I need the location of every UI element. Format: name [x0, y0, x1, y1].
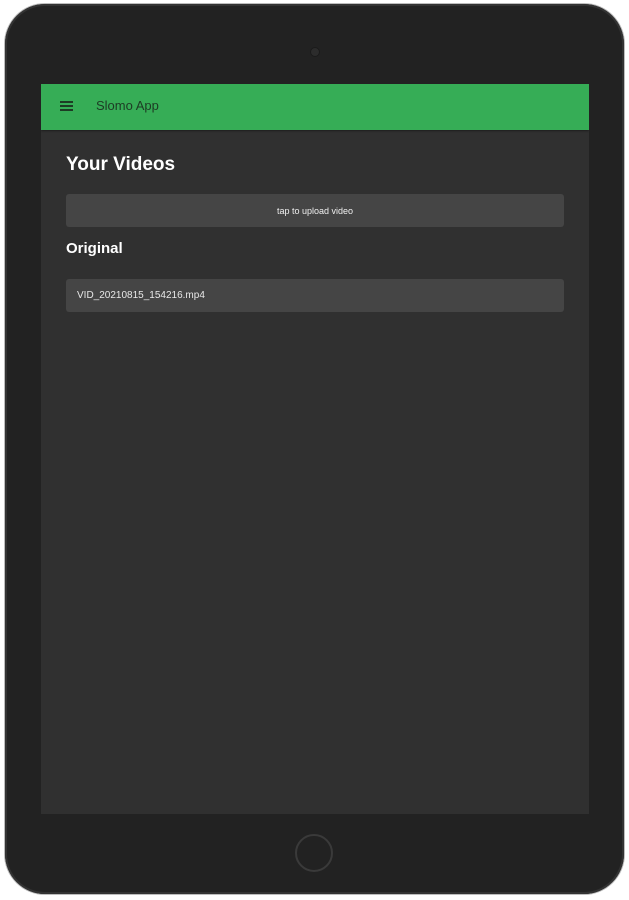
tablet-device-frame: Slomo App Your Videos tap to upload vide… [5, 4, 624, 894]
app-screen: Slomo App Your Videos tap to upload vide… [41, 84, 589, 814]
app-bar: Slomo App [41, 84, 589, 130]
upload-video-button[interactable]: tap to upload video [66, 194, 564, 227]
home-button[interactable] [295, 834, 333, 872]
page-title: Your Videos [66, 154, 176, 175]
app-title: Slomo App [96, 98, 159, 113]
front-camera [310, 47, 320, 57]
section-title-original: Original [66, 240, 123, 257]
video-list-item[interactable]: VID_20210815_154216.mp4 [66, 279, 564, 312]
hamburger-menu-icon[interactable] [60, 101, 73, 111]
